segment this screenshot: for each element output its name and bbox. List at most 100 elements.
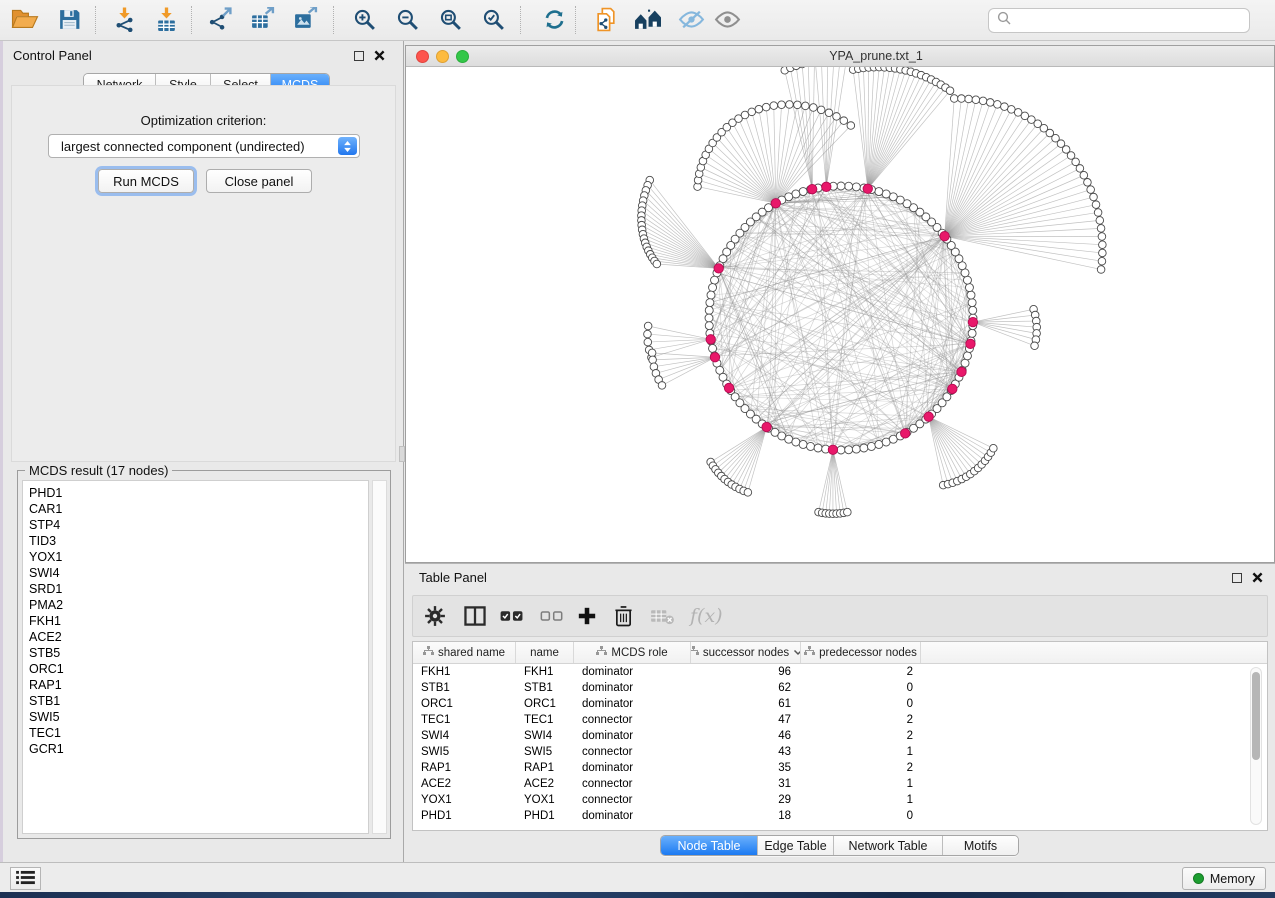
vertical-splitter-handle[interactable] — [399, 446, 405, 462]
import-network-button[interactable] — [107, 5, 141, 36]
mcds-result-list: PHD1CAR1STP4TID3YOX1SWI4SRD1PMA2FKH1ACE2… — [22, 480, 369, 834]
save-session-button[interactable] — [52, 5, 86, 36]
zoom-selected-button[interactable] — [476, 5, 510, 36]
column-header-MCDS-role[interactable]: MCDS role — [574, 642, 691, 663]
mcds-panel: Optimization criterion: largest connecte… — [11, 85, 396, 462]
result-node-item[interactable]: TID3 — [29, 533, 368, 549]
result-node-item[interactable]: STB1 — [29, 693, 368, 709]
settings-gear-icon[interactable] — [424, 605, 446, 627]
import-table-button[interactable] — [149, 5, 183, 36]
export-table-icon — [250, 7, 275, 35]
show-panels-list-button[interactable] — [10, 867, 41, 890]
result-node-item[interactable]: ACE2 — [29, 629, 368, 645]
column-header-predecessor-nodes[interactable]: predecessor nodes — [801, 642, 921, 663]
cell: RAP1 — [413, 762, 516, 774]
result-node-item[interactable]: YOX1 — [29, 549, 368, 565]
delete-column-icon[interactable] — [614, 605, 633, 628]
export-table-button[interactable] — [245, 5, 279, 36]
table-row[interactable]: RAP1RAP1dominator352 — [413, 760, 1267, 776]
cell: dominator — [574, 810, 691, 822]
column-header-shared-name[interactable]: shared name — [413, 642, 516, 663]
result-node-item[interactable]: RAP1 — [29, 677, 368, 693]
table-panel-window-buttons — [1232, 572, 1263, 583]
hide-selected-button[interactable] — [674, 5, 708, 36]
tab-node-table[interactable]: Node Table — [661, 836, 758, 855]
search-input[interactable] — [1017, 13, 1241, 29]
close-window-icon[interactable] — [416, 50, 429, 63]
table-scrollbar-thumb[interactable] — [1252, 672, 1260, 760]
table-row[interactable]: YOX1YOX1connector291 — [413, 792, 1267, 808]
cell: 1 — [801, 778, 921, 790]
result-node-item[interactable]: GCR1 — [29, 741, 368, 757]
memory-button[interactable]: Memory — [1182, 867, 1266, 890]
result-node-item[interactable]: STB5 — [29, 645, 368, 661]
float-panel-icon[interactable] — [354, 51, 364, 61]
memory-status-icon — [1193, 873, 1204, 884]
column-header-name[interactable]: name — [516, 642, 574, 663]
toolbar-separator — [575, 6, 576, 34]
close-panel-icon[interactable] — [374, 50, 385, 61]
first-neighbors-icon — [634, 7, 661, 35]
toggle-columns-icon[interactable] — [463, 606, 487, 627]
show-all-button[interactable] — [710, 5, 744, 36]
result-node-item[interactable]: PHD1 — [29, 485, 368, 501]
open-file-button[interactable] — [8, 5, 42, 36]
tab-edge-table[interactable]: Edge Table — [758, 836, 834, 855]
result-node-item[interactable]: ORC1 — [29, 661, 368, 677]
result-node-item[interactable]: SRD1 — [29, 581, 368, 597]
cell: dominator — [574, 698, 691, 710]
tab-motifs[interactable]: Motifs — [943, 836, 1018, 855]
tab-network-table[interactable]: Network Table — [834, 836, 943, 855]
table-row[interactable]: SWI5SWI5connector431 — [413, 744, 1267, 760]
result-node-item[interactable]: TEC1 — [29, 725, 368, 741]
result-node-item[interactable]: PMA2 — [29, 597, 368, 613]
deselect-all-icon[interactable] — [539, 607, 565, 626]
network-canvas[interactable] — [406, 67, 1274, 562]
close-panel-button[interactable]: Close panel — [206, 169, 312, 193]
table-row[interactable]: SWI4SWI4dominator462 — [413, 728, 1267, 744]
add-column-icon[interactable] — [577, 606, 597, 626]
cell: YOX1 — [516, 794, 574, 806]
table-row[interactable]: FKH1FKH1dominator962 — [413, 664, 1267, 680]
result-node-item[interactable]: SWI4 — [29, 565, 368, 581]
column-header-successor-nodes[interactable]: successor nodes — [691, 642, 801, 663]
delete-table-icon — [650, 607, 675, 626]
cell: SWI5 — [516, 746, 574, 758]
minimize-window-icon[interactable] — [436, 50, 449, 63]
network-graph[interactable] — [406, 67, 1274, 562]
run-mcds-button[interactable]: Run MCDS — [98, 169, 194, 193]
result-node-item[interactable]: CAR1 — [29, 501, 368, 517]
zoom-out-button[interactable] — [390, 5, 424, 36]
first-neighbors-button[interactable] — [630, 5, 664, 36]
refresh-layout-button[interactable] — [537, 5, 571, 36]
table-row[interactable]: TEC1TEC1connector472 — [413, 712, 1267, 728]
optimization-criterion-select[interactable]: largest connected component (undirected) — [48, 134, 360, 158]
result-node-item[interactable]: STP4 — [29, 517, 368, 533]
table-row[interactable]: STB1STB1dominator620 — [413, 680, 1267, 696]
table-row[interactable]: ORC1ORC1dominator610 — [413, 696, 1267, 712]
result-list-scrollbar[interactable] — [372, 480, 387, 834]
cell: ACE2 — [516, 778, 574, 790]
result-node-item[interactable]: SWI5 — [29, 709, 368, 725]
cell: 0 — [801, 810, 921, 822]
zoom-in-button[interactable] — [347, 5, 381, 36]
toolbar-separator — [333, 6, 334, 34]
cell: ORC1 — [516, 698, 574, 710]
result-node-item[interactable]: FKH1 — [29, 613, 368, 629]
cell: connector — [574, 778, 691, 790]
close-panel-icon[interactable] — [1252, 572, 1263, 583]
import-network-icon — [112, 7, 137, 35]
cell: connector — [574, 714, 691, 726]
export-image-button[interactable] — [288, 5, 322, 36]
table-row[interactable]: PHD1PHD1dominator180 — [413, 808, 1267, 824]
zoom-fit-button[interactable] — [433, 5, 467, 36]
cell: PHD1 — [413, 810, 516, 822]
maximize-window-icon[interactable] — [456, 50, 469, 63]
float-panel-icon[interactable] — [1232, 573, 1242, 583]
export-network-button[interactable] — [203, 5, 237, 36]
select-all-icon[interactable] — [499, 607, 525, 626]
new-network-from-selection-button[interactable] — [589, 5, 623, 36]
cell: 18 — [691, 810, 801, 822]
table-row[interactable]: ACE2ACE2connector311 — [413, 776, 1267, 792]
cell: ORC1 — [413, 698, 516, 710]
